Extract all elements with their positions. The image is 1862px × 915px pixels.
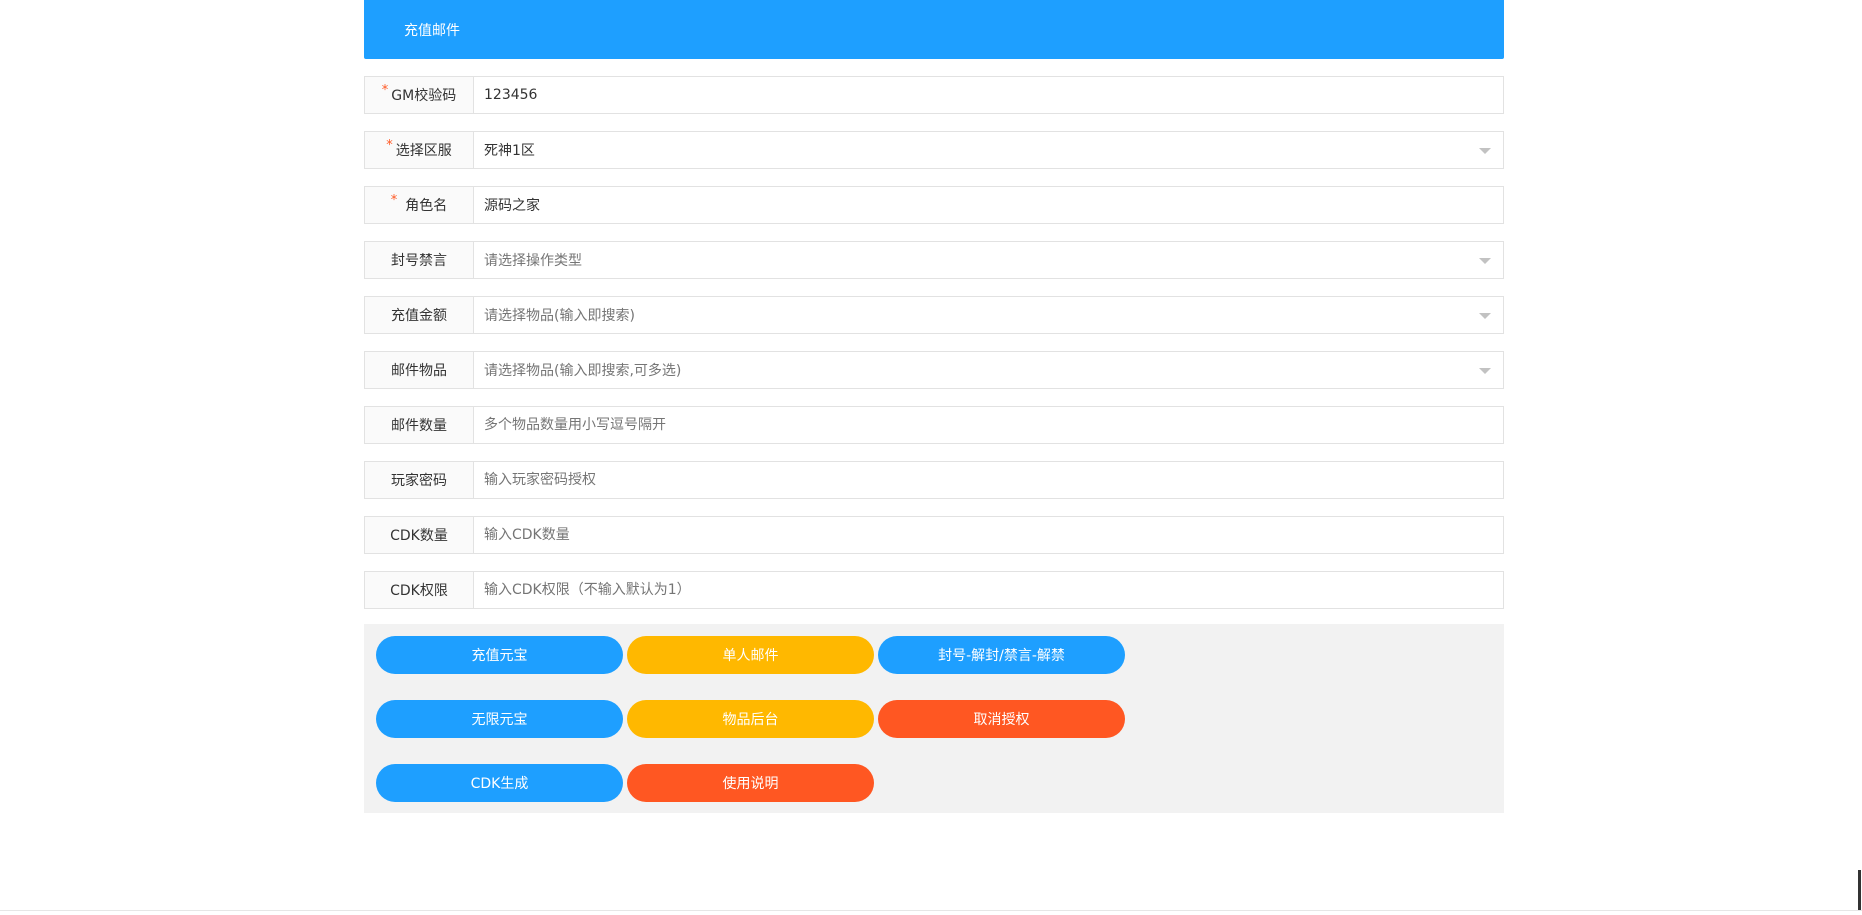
cdk-permission-input[interactable] [474, 572, 1503, 608]
chevron-down-icon [1479, 258, 1491, 264]
mail-count-input[interactable] [474, 407, 1503, 443]
usage-guide-button[interactable]: 使用说明 [627, 764, 874, 802]
ban-type-select[interactable]: 请选择操作类型 [474, 242, 1503, 278]
gm-code-field-wrap [474, 77, 1503, 113]
scrollbar-edge[interactable] [1858, 870, 1861, 910]
mail-items-row: 邮件物品 请选择物品(输入即搜索,可多选) [364, 351, 1504, 389]
recharge-amount-placeholder: 请选择物品(输入即搜索) [484, 308, 635, 324]
gm-code-label: * GM校验码 [365, 77, 474, 113]
chevron-down-icon [1479, 148, 1491, 154]
gm-code-input[interactable] [474, 77, 1503, 113]
server-label: * 选择区服 [365, 132, 474, 168]
cdk-permission-label-text: CDK权限 [390, 583, 448, 599]
recharge-yuanbao-button[interactable]: 充值元宝 [376, 636, 623, 674]
server-row: * 选择区服 死神1区 [364, 131, 1504, 169]
recharge-amount-label: 充值金额 [365, 297, 474, 333]
required-mark: * [381, 82, 389, 98]
role-name-field-wrap [474, 187, 1503, 223]
page-header: 充值邮件 [364, 0, 1504, 59]
server-select[interactable]: 死神1区 [474, 132, 1503, 168]
mail-items-placeholder: 请选择物品(输入即搜索,可多选) [484, 363, 682, 379]
footer-divider [0, 910, 1862, 911]
recharge-amount-label-text: 充值金额 [391, 308, 447, 324]
role-name-label: * 角色名 [365, 187, 474, 223]
cdk-count-label-text: CDK数量 [390, 528, 448, 544]
cdk-generate-button[interactable]: CDK生成 [376, 764, 623, 802]
required-mark: * [386, 137, 393, 153]
role-name-label-text: 角色名 [405, 198, 448, 214]
cdk-permission-field-wrap [474, 572, 1503, 608]
cancel-auth-button[interactable]: 取消授权 [878, 700, 1125, 738]
mail-items-label: 邮件物品 [365, 352, 474, 388]
player-password-field-wrap [474, 462, 1503, 498]
item-backend-button[interactable]: 物品后台 [627, 700, 874, 738]
role-name-input[interactable] [474, 187, 1503, 223]
player-password-row: 玩家密码 [364, 461, 1504, 499]
cdk-count-input[interactable] [474, 517, 1503, 553]
cdk-permission-label: CDK权限 [365, 572, 474, 608]
player-password-input[interactable] [474, 462, 1503, 498]
gm-code-label-text: GM校验码 [391, 88, 457, 104]
mail-items-label-text: 邮件物品 [391, 363, 447, 379]
mail-items-select[interactable]: 请选择物品(输入即搜索,可多选) [474, 352, 1503, 388]
action-button-panel: 充值元宝 单人邮件 封号-解封/禁言-解禁 无限元宝 物品后台 取消授权 CDK… [364, 624, 1504, 813]
player-password-label-text: 玩家密码 [391, 473, 447, 489]
server-selected-value: 死神1区 [484, 143, 535, 159]
recharge-form: * GM校验码 * 选择区服 死神1区 * 角色名 [364, 76, 1504, 609]
cdk-count-label: CDK数量 [365, 517, 474, 553]
player-password-label: 玩家密码 [365, 462, 474, 498]
mail-count-label-text: 邮件数量 [391, 418, 447, 434]
button-row-2: 无限元宝 物品后台 取消授权 [376, 700, 1492, 738]
ban-type-row: 封号禁言 请选择操作类型 [364, 241, 1504, 279]
gm-code-row: * GM校验码 [364, 76, 1504, 114]
button-row-3: CDK生成 使用说明 [376, 764, 1492, 802]
required-mark: * [390, 192, 398, 208]
mail-count-row: 邮件数量 [364, 406, 1504, 444]
button-row-1: 充值元宝 单人邮件 封号-解封/禁言-解禁 [376, 636, 1492, 674]
ban-type-label-text: 封号禁言 [391, 253, 447, 269]
chevron-down-icon [1479, 313, 1491, 319]
page-title: 充值邮件 [404, 22, 460, 39]
server-label-text: 选择区服 [395, 143, 452, 159]
mail-count-label: 邮件数量 [365, 407, 474, 443]
ban-unban-button[interactable]: 封号-解封/禁言-解禁 [878, 636, 1125, 674]
mail-count-field-wrap [474, 407, 1503, 443]
recharge-amount-row: 充值金额 请选择物品(输入即搜索) [364, 296, 1504, 334]
role-name-row: * 角色名 [364, 186, 1504, 224]
single-mail-button[interactable]: 单人邮件 [627, 636, 874, 674]
cdk-count-row: CDK数量 [364, 516, 1504, 554]
recharge-amount-select[interactable]: 请选择物品(输入即搜索) [474, 297, 1503, 333]
ban-type-placeholder: 请选择操作类型 [484, 253, 582, 269]
cdk-count-field-wrap [474, 517, 1503, 553]
unlimited-yuanbao-button[interactable]: 无限元宝 [376, 700, 623, 738]
chevron-down-icon [1479, 368, 1491, 374]
page-container: 充值邮件 * GM校验码 * 选择区服 死神1区 * 角 [364, 0, 1504, 813]
ban-type-label: 封号禁言 [365, 242, 474, 278]
cdk-permission-row: CDK权限 [364, 571, 1504, 609]
